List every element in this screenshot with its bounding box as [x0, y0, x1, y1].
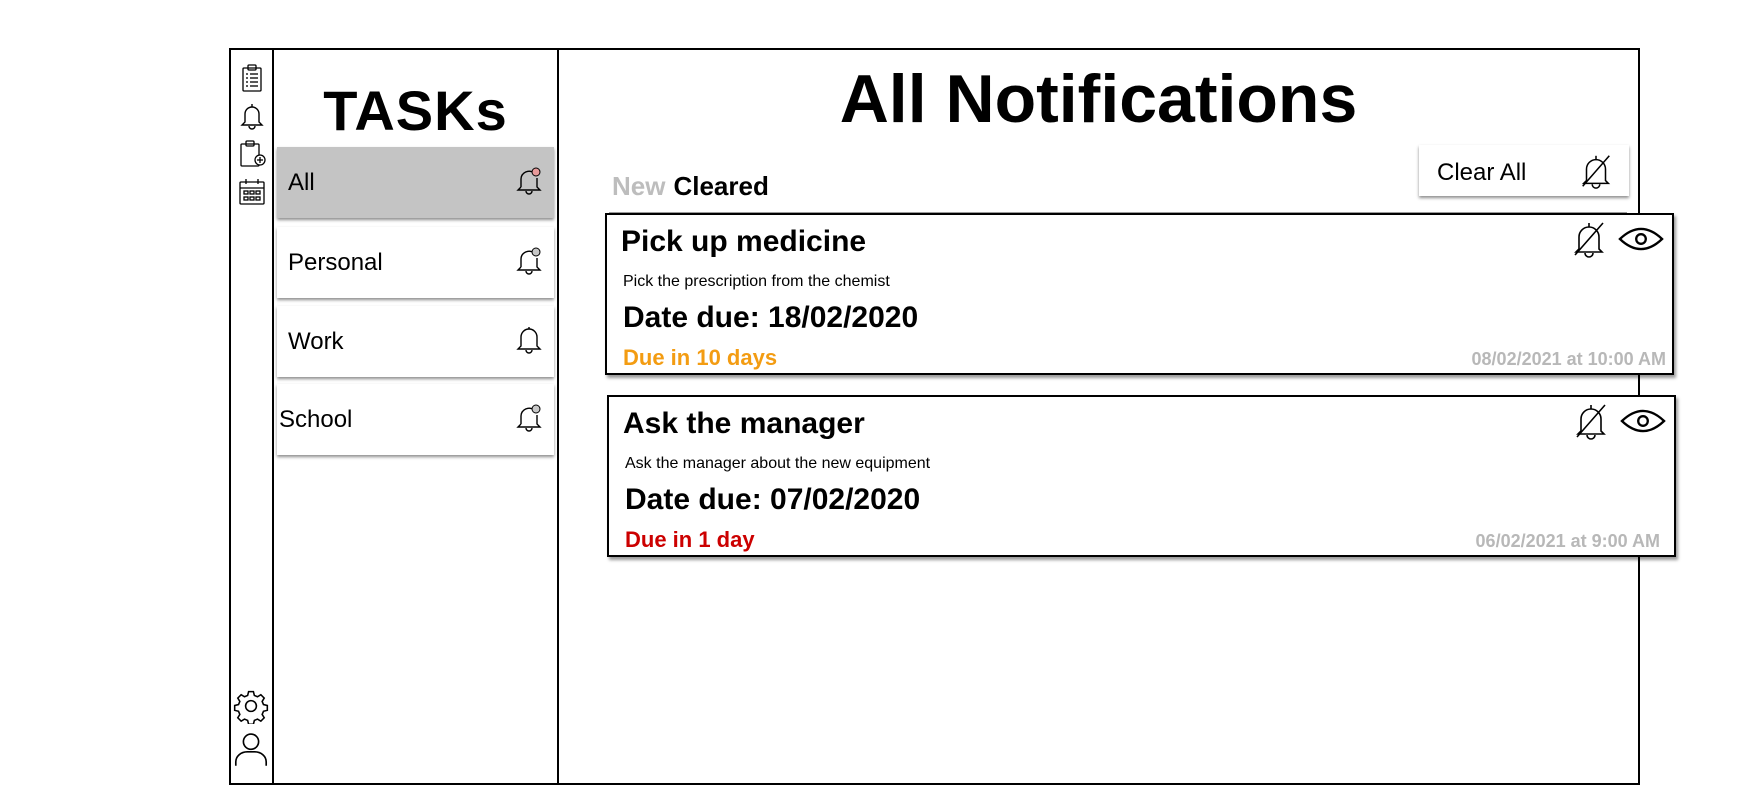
notification-title: Pick up medicine	[621, 225, 867, 258]
notification-timestamp: 06/02/2021 at 9:00 AM	[1475, 531, 1660, 551]
view-notification-button[interactable]	[1620, 400, 1666, 442]
bell-notification-icon[interactable]	[514, 245, 544, 275]
task-item-all[interactable]: All	[277, 147, 554, 218]
user-profile-icon[interactable]	[231, 728, 271, 768]
notification-date-due: Date due: 07/02/2020	[625, 483, 921, 516]
tab-new[interactable]: New	[612, 171, 665, 201]
clipboard-list-icon[interactable]	[236, 62, 268, 94]
bell-notification-icon[interactable]	[514, 165, 544, 195]
task-list-panel: TASKs All Personal Work School	[274, 50, 559, 783]
notification-title: Ask the manager	[623, 407, 865, 440]
main-panel: All Notifications New Cleared Clear All P…	[559, 50, 1676, 783]
icon-rail	[231, 50, 274, 783]
add-task-icon[interactable]	[236, 138, 268, 170]
bell-icon[interactable]	[236, 100, 268, 132]
clear-all-button[interactable]: Clear All	[1419, 145, 1629, 196]
notification-timestamp: 08/02/2021 at 10:00 AM	[1471, 349, 1666, 369]
tab-cleared[interactable]: Cleared	[673, 171, 768, 201]
task-item-label: Work	[288, 328, 344, 355]
mute-notification-button[interactable]	[1566, 218, 1612, 260]
notification-card[interactable]: Ask the manager Ask the manager about th…	[607, 395, 1676, 557]
notification-card[interactable]: Pick up medicine Pick the prescription f…	[605, 213, 1674, 375]
task-item-label: All	[288, 169, 315, 196]
calendar-icon[interactable]	[236, 176, 268, 208]
bell-notification-icon[interactable]	[514, 402, 544, 432]
notification-date-due: Date due: 18/02/2020	[623, 301, 919, 334]
view-notification-button[interactable]	[1618, 218, 1664, 260]
mute-notification-button[interactable]	[1568, 400, 1614, 442]
eye-icon	[1620, 409, 1666, 433]
notification-due-status: Due in 10 days	[623, 345, 778, 370]
notification-actions	[1568, 400, 1666, 442]
notification-actions	[1566, 218, 1664, 260]
bell-off-icon	[1574, 222, 1604, 258]
task-item-label: School	[279, 406, 353, 433]
task-item-work[interactable]: Work	[277, 306, 554, 377]
eye-icon	[1618, 227, 1664, 251]
settings-gear-icon[interactable]	[232, 687, 270, 725]
tasks-title: TASKs	[323, 79, 508, 142]
app-window: TASKs All Personal Work School All Notif…	[229, 48, 1676, 785]
notification-due-status: Due in 1 day	[625, 527, 755, 552]
notification-description: Pick the prescription from the chemist	[623, 273, 890, 290]
clear-all-label: Clear All	[1437, 159, 1527, 186]
task-item-label: Personal	[288, 249, 383, 276]
bell-off-icon	[1576, 404, 1606, 440]
page-title: All Notifications	[839, 61, 1358, 137]
filter-tabs: New Cleared	[612, 171, 769, 202]
task-item-school[interactable]: School	[277, 384, 554, 455]
bell-off-icon	[1581, 155, 1611, 189]
notification-description: Ask the manager about the new equipment	[625, 455, 931, 472]
bell-icon[interactable]	[514, 324, 544, 354]
task-item-personal[interactable]: Personal	[277, 227, 554, 298]
